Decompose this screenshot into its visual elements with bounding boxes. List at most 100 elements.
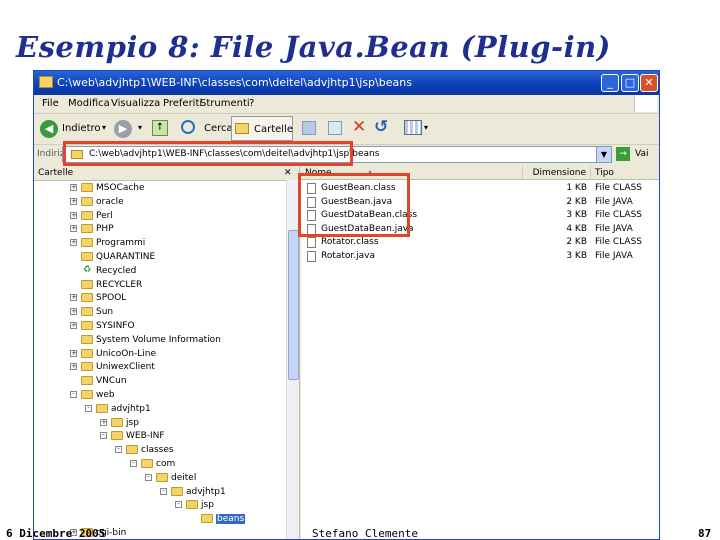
file-row[interactable]: GuestBean.java 2 KB File JAVA <box>301 196 659 209</box>
tree-item[interactable]: + SYSINFO <box>70 320 135 333</box>
expand-icon[interactable]: + <box>70 308 77 316</box>
tree-scroll-thumb[interactable] <box>288 230 299 380</box>
tree-item[interactable]: QUARANTINE <box>70 251 155 264</box>
tree-item[interactable]: + jsp <box>100 417 139 430</box>
tree-item-label: jsp <box>201 500 214 511</box>
tree-item[interactable]: beans <box>190 513 246 526</box>
tree-item[interactable]: + PHP <box>70 223 114 236</box>
menu-file[interactable]: File <box>42 98 59 109</box>
menu-view[interactable]: Visualizza <box>111 98 160 109</box>
tree-item[interactable]: - advjhtp1 <box>85 403 151 416</box>
window-titlebar[interactable]: C:\web\advjhtp1\WEB-INF\classes\com\deit… <box>34 71 659 95</box>
tree-item[interactable]: ♻ Recycled <box>70 265 136 278</box>
move-to-icon[interactable] <box>302 121 316 135</box>
file-name: GuestDataBean.class <box>321 210 418 221</box>
tree-item-label: advjhtp1 <box>186 486 226 497</box>
collapse-icon[interactable]: - <box>100 432 107 440</box>
tree-item[interactable]: + SPOOL <box>70 292 126 305</box>
tree-item[interactable]: - deitel <box>145 472 196 485</box>
tree-item[interactable]: - WEB-INF <box>100 430 165 443</box>
address-dropdown-icon[interactable]: ▼ <box>596 147 611 162</box>
expand-icon[interactable]: + <box>70 211 77 219</box>
column-header-type[interactable]: Tipo <box>591 166 659 180</box>
views-icon[interactable] <box>404 120 422 135</box>
tree-item[interactable]: - com <box>130 458 175 471</box>
file-row[interactable]: GuestDataBean.java 4 KB File JAVA <box>301 223 659 236</box>
tree-item[interactable]: VNCun <box>70 375 127 388</box>
file-list-pane: Nome ▲ Dimensione Tipo GuestBean.class 1 … <box>301 166 659 539</box>
expand-icon[interactable]: + <box>70 294 77 302</box>
folder-icon <box>81 376 93 386</box>
close-button[interactable]: ✕ <box>640 74 658 92</box>
folder-icon <box>201 514 213 524</box>
tree-scrollbar[interactable] <box>286 180 299 539</box>
file-type: File CLASS <box>595 210 643 221</box>
tree-item[interactable]: + UnicoOn-Line <box>70 348 156 361</box>
forward-button[interactable]: ▶ <box>114 120 132 138</box>
file-row[interactable]: GuestDataBean.class 3 KB File CLASS <box>301 209 659 222</box>
forward-dropdown-icon[interactable]: ▾ <box>138 123 142 132</box>
tree-item[interactable]: - classes <box>115 444 174 457</box>
search-icon <box>181 120 195 134</box>
tree-item-label: QUARANTINE <box>96 252 156 262</box>
expand-icon[interactable]: + <box>70 322 77 329</box>
expand-icon[interactable]: + <box>100 418 107 426</box>
expand-icon[interactable]: + <box>70 349 77 357</box>
file-icon <box>307 210 316 222</box>
expand-icon[interactable]: + <box>70 225 77 233</box>
file-row[interactable]: Rotator.java 3 KB File JAVA <box>301 250 659 263</box>
collapse-icon[interactable]: - <box>115 446 122 454</box>
file-row[interactable]: GuestBean.class 1 KB File CLASS <box>301 182 659 195</box>
expand-icon[interactable]: + <box>70 197 77 205</box>
expand-icon[interactable]: + <box>70 363 77 371</box>
menu-edit[interactable]: Modifica <box>68 98 110 109</box>
collapse-icon[interactable]: - <box>160 487 167 495</box>
column-header-name[interactable]: Nome ▲ <box>301 166 523 180</box>
folder-tree-title: Cartelle <box>38 168 74 178</box>
tree-item[interactable]: + UniwexClient <box>70 361 155 374</box>
footer-date: 6 Dicembre 2005 <box>6 527 106 540</box>
tree-item[interactable]: + Programmi <box>70 237 145 250</box>
tree-item-label: advjhtp1 <box>111 403 151 414</box>
go-label[interactable]: Vai <box>635 149 648 159</box>
tree-item-label: classes <box>141 445 174 456</box>
up-folder-icon[interactable]: ↑ <box>152 120 168 136</box>
menu-help[interactable]: ? <box>249 98 254 109</box>
back-dropdown-icon[interactable]: ▾ <box>102 123 106 132</box>
folder-icon <box>156 472 168 482</box>
folders-button[interactable]: Cartelle <box>231 116 293 141</box>
menu-tools[interactable]: Strumenti <box>200 98 250 109</box>
column-header-size[interactable]: Dimensione <box>523 166 591 180</box>
collapse-icon[interactable]: - <box>70 391 77 398</box>
delete-icon[interactable]: ✕ <box>352 117 366 137</box>
collapse-icon[interactable]: - <box>85 404 92 412</box>
minimize-button[interactable]: _ <box>601 74 619 92</box>
collapse-icon[interactable]: - <box>145 473 152 481</box>
go-arrow-icon[interactable]: → <box>616 147 630 161</box>
footer-author: Stefano Clemente <box>312 527 418 540</box>
tree-item[interactable]: + MSOCache <box>70 182 145 195</box>
collapse-icon[interactable]: - <box>175 501 182 509</box>
file-name: GuestDataBean.java <box>321 223 414 234</box>
tree-item[interactable]: - web <box>70 389 115 402</box>
maximize-button[interactable]: □ <box>621 74 639 92</box>
close-pane-icon[interactable]: ✕ <box>284 166 292 180</box>
copy-to-icon[interactable] <box>328 121 342 135</box>
undo-icon[interactable]: ↺ <box>374 117 388 137</box>
tree-item[interactable]: + Sun <box>70 306 113 319</box>
tree-item[interactable]: + oracle <box>70 196 124 209</box>
tree-item[interactable]: + Perl <box>70 210 113 223</box>
expand-icon[interactable]: + <box>70 184 77 191</box>
file-row[interactable]: Rotator.class 2 KB File CLASS <box>301 236 659 249</box>
collapse-icon[interactable]: - <box>130 460 137 467</box>
views-dropdown-icon[interactable]: ▾ <box>424 123 428 132</box>
tree-item-label: SYSINFO <box>96 321 135 331</box>
tree-item[interactable]: RECYCLER <box>70 279 142 292</box>
tree-item[interactable]: - advjhtp1 <box>160 486 226 499</box>
tree-item[interactable]: - jsp <box>175 499 214 512</box>
folder-icon <box>39 76 53 88</box>
menu-favorites[interactable]: Preferiti <box>163 98 202 109</box>
address-input[interactable]: C:\web\advjhtp1\WEB-INF\classes\com\deit… <box>62 146 612 163</box>
tree-item[interactable]: System Volume Information <box>70 334 221 347</box>
expand-icon[interactable]: + <box>70 239 77 247</box>
